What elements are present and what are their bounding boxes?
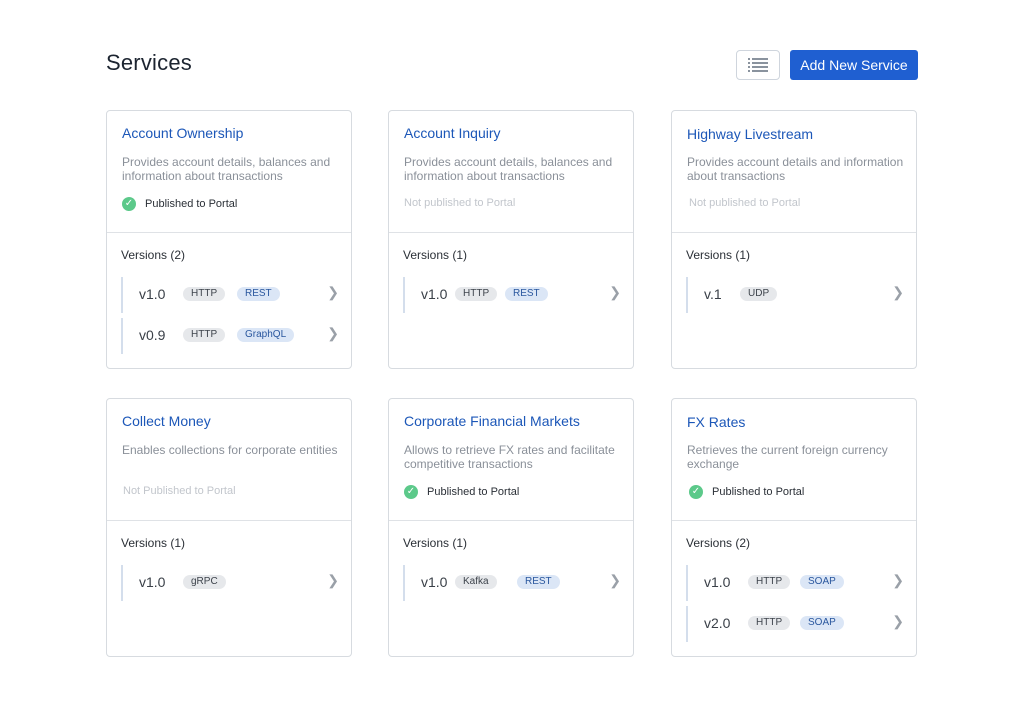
check-circle-icon: ✓ [404, 485, 418, 499]
versions-title: Versions (1) [403, 248, 468, 262]
status-label: Published to Portal [145, 198, 238, 210]
status-unpublished: Not published to Portal [404, 197, 515, 209]
version-label: v1.0 [704, 574, 731, 590]
protocol-badge: gRPC [183, 575, 226, 589]
type-badge: SOAP [800, 616, 844, 630]
service-description: Allows to retrieve FX rates and facilita… [404, 443, 615, 471]
version-row[interactable]: v2.0 HTTP SOAP ❯ [686, 606, 904, 642]
version-label: v1.0 [139, 286, 166, 302]
protocol-badge: UDP [740, 287, 778, 301]
chevron-right-icon[interactable]: ❯ [327, 284, 339, 301]
protocol-badge: HTTP [183, 328, 226, 342]
versions-title: Versions (1) [686, 248, 751, 262]
status-label: Not published to Portal [689, 197, 801, 209]
service-title[interactable]: Account Ownership [122, 125, 243, 141]
protocol-badge: HTTP [455, 287, 498, 301]
versions-title: Versions (1) [121, 536, 186, 550]
status-label: Not published to Portal [404, 197, 516, 209]
service-description: Provides account details, balances and i… [404, 155, 613, 183]
protocol-badge: HTTP [748, 616, 791, 630]
check-circle-icon: ✓ [689, 485, 703, 499]
version-row[interactable]: v1.0 HTTP REST ❯ [403, 277, 621, 313]
version-label: v2.0 [704, 615, 731, 631]
type-badge: GraphQL [237, 328, 295, 342]
status-unpublished: Not published to Portal [689, 197, 800, 209]
check-circle-icon: ✓ [122, 197, 136, 211]
status-unpublished: Not Published to Portal [123, 485, 236, 497]
type-badge: SOAP [800, 575, 844, 589]
service-description: Enables collections for corporate entiti… [122, 443, 338, 457]
versions-title: Versions (1) [403, 536, 468, 550]
status-label: Published to Portal [712, 486, 805, 498]
status-published: ✓ Published to Portal [689, 485, 804, 499]
chevron-right-icon[interactable]: ❯ [327, 325, 339, 342]
status-label: Not Published to Portal [123, 485, 236, 497]
service-title[interactable]: Highway Livestream [687, 126, 813, 142]
type-badge: REST [237, 287, 280, 301]
version-row[interactable]: v0.9 HTTP GraphQL ❯ [121, 318, 339, 354]
version-row[interactable]: v1.0 HTTP SOAP ❯ [686, 565, 904, 601]
service-description: Retrieves the current foreign currency e… [687, 443, 888, 471]
service-card-collect-money[interactable]: Collect Money Enables collections for co… [106, 398, 352, 657]
protocol-badge: HTTP [748, 575, 791, 589]
service-title[interactable]: FX Rates [687, 414, 745, 430]
version-row[interactable]: v.1 UDP ❯ [686, 277, 904, 313]
page-title: Services [106, 50, 192, 75]
version-label: v0.9 [139, 327, 166, 343]
type-badge: REST [517, 575, 560, 589]
version-row[interactable]: v1.0 Kafka REST ❯ [403, 565, 621, 601]
service-description: Provides account details, balances and i… [122, 155, 331, 183]
service-card-highway-livestream[interactable]: Highway Livestream Provides account deta… [671, 110, 917, 369]
service-card-fx-rates[interactable]: FX Rates Retrieves the current foreign c… [671, 398, 917, 657]
version-label: v1.0 [421, 574, 448, 590]
list-icon [748, 58, 768, 72]
status-label: Published to Portal [427, 486, 520, 498]
service-description: Provides account details and information… [687, 155, 904, 183]
version-label: v1.0 [421, 286, 448, 302]
service-card-account-ownership[interactable]: Account Ownership Provides account detai… [106, 110, 352, 369]
status-published: ✓ Published to Portal [404, 485, 519, 499]
chevron-right-icon[interactable]: ❯ [892, 572, 904, 589]
versions-title: Versions (2) [121, 248, 186, 262]
list-view-toggle-button[interactable] [736, 50, 780, 80]
type-badge: REST [505, 287, 548, 301]
versions-title: Versions (2) [686, 536, 751, 550]
service-title[interactable]: Corporate Financial Markets [404, 413, 580, 429]
chevron-right-icon[interactable]: ❯ [609, 284, 621, 301]
add-new-service-button[interactable]: Add New Service [790, 50, 918, 80]
version-row[interactable]: v1.0 gRPC ❯ [121, 565, 339, 601]
service-card-corporate-financial-markets[interactable]: Corporate Financial Markets Allows to re… [388, 398, 634, 657]
chevron-right-icon[interactable]: ❯ [327, 572, 339, 589]
version-row[interactable]: v1.0 HTTP REST ❯ [121, 277, 339, 313]
version-label: v1.0 [139, 574, 166, 590]
service-card-account-inquiry[interactable]: Account Inquiry Provides account details… [388, 110, 634, 369]
service-title[interactable]: Account Inquiry [404, 125, 501, 141]
chevron-right-icon[interactable]: ❯ [609, 572, 621, 589]
protocol-badge: HTTP [183, 287, 226, 301]
status-published: ✓ Published to Portal [122, 197, 237, 211]
protocol-badge: Kafka [455, 575, 497, 589]
service-title[interactable]: Collect Money [122, 413, 211, 429]
chevron-right-icon[interactable]: ❯ [892, 284, 904, 301]
version-label: v.1 [704, 286, 722, 302]
chevron-right-icon[interactable]: ❯ [892, 613, 904, 630]
